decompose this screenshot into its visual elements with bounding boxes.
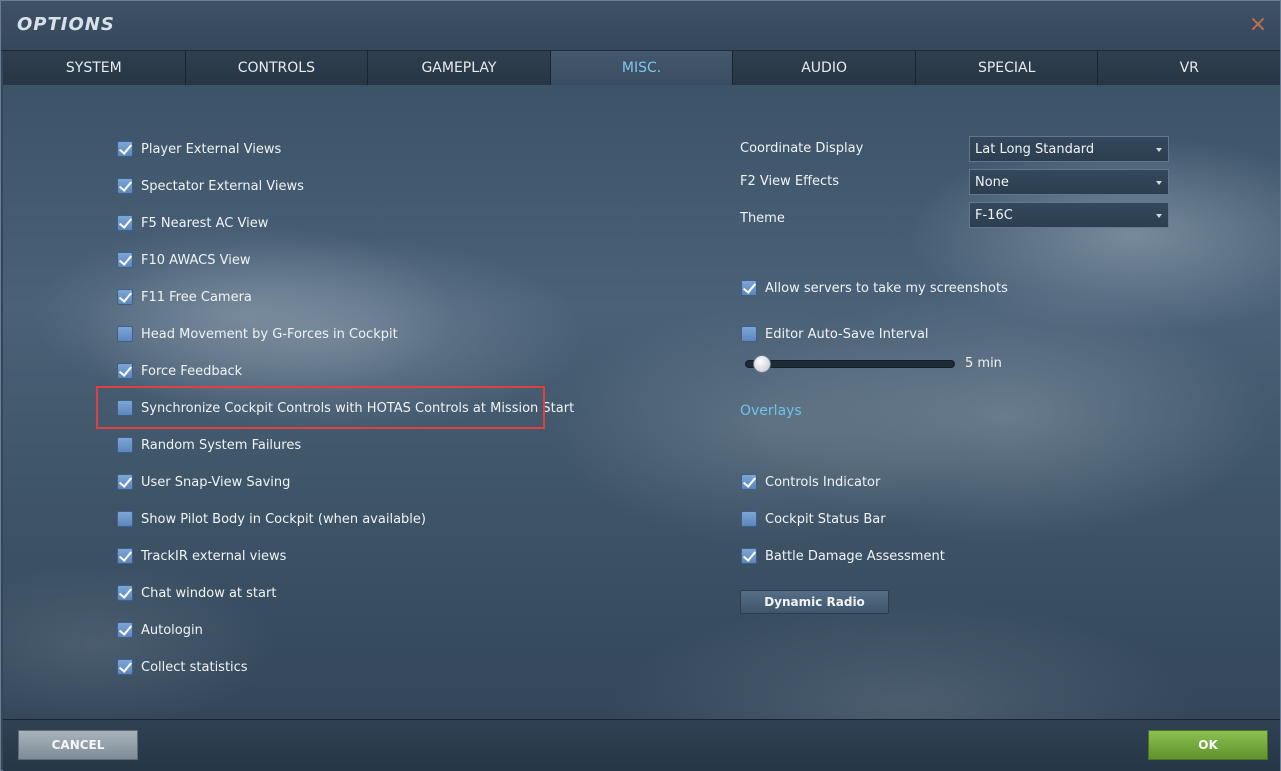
option-show-pilot-body[interactable]: Show Pilot Body in Cockpit (when availab… <box>117 508 426 530</box>
overlays-title: Overlays <box>740 403 802 419</box>
f2-view-effects-label: F2 View Effects <box>740 174 840 189</box>
option-collect-statistics[interactable]: Collect statistics <box>117 656 248 678</box>
option-autologin[interactable]: Autologin <box>117 619 203 641</box>
option-label: Battle Damage Assessment <box>765 548 945 564</box>
checkbox[interactable] <box>741 548 757 564</box>
option-spectator-external-views[interactable]: Spectator External Views <box>117 175 304 197</box>
option-label: F11 Free Camera <box>141 289 252 305</box>
autosave-slider-thumb[interactable] <box>753 355 771 373</box>
checkbox[interactable] <box>741 280 757 296</box>
checkbox[interactable] <box>117 437 133 453</box>
option-label: Spectator External Views <box>141 178 304 194</box>
option-player-external-views[interactable]: Player External Views <box>117 138 281 160</box>
options-content: Player External Views Spectator External… <box>3 85 1280 719</box>
checkbox[interactable] <box>117 511 133 527</box>
checkbox[interactable] <box>741 326 757 342</box>
select-value: None <box>975 175 1009 190</box>
option-f5-nearest-ac-view[interactable]: F5 Nearest AC View <box>117 212 268 234</box>
option-label: Allow servers to take my screenshots <box>765 280 1008 296</box>
option-label: Collect statistics <box>141 659 248 675</box>
option-force-feedback[interactable]: Force Feedback <box>117 360 242 382</box>
option-label: Head Movement by G-Forces in Cockpit <box>141 326 398 342</box>
option-allow-screenshots[interactable]: Allow servers to take my screenshots <box>741 277 1008 299</box>
title-bar: OPTIONS × <box>1 1 1280 51</box>
options-window: OPTIONS × SYSTEM CONTROLS GAMEPLAY MISC.… <box>0 0 1281 771</box>
tab-audio[interactable]: AUDIO <box>733 51 916 85</box>
ok-button[interactable]: OK <box>1148 730 1268 760</box>
option-label: Synchronize Cockpit Controls with HOTAS … <box>141 400 575 416</box>
select-value: Lat Long Standard <box>975 142 1095 157</box>
option-user-snap-view-saving[interactable]: User Snap-View Saving <box>117 471 290 493</box>
chevron-down-icon <box>1156 181 1162 185</box>
checkbox[interactable] <box>117 585 133 601</box>
option-label: Force Feedback <box>141 363 243 379</box>
option-label: TrackIR external views <box>141 548 287 564</box>
cancel-button[interactable]: CANCEL <box>18 730 138 760</box>
dynamic-radio-button[interactable]: Dynamic Radio <box>740 590 889 614</box>
option-label: Editor Auto-Save Interval <box>765 326 929 342</box>
checkbox[interactable] <box>117 622 133 638</box>
checkbox[interactable] <box>117 215 133 231</box>
tab-gameplay[interactable]: GAMEPLAY <box>368 51 551 85</box>
tab-vr[interactable]: VR <box>1098 51 1281 85</box>
option-synchronize-cockpit-controls[interactable]: Synchronize Cockpit Controls with HOTAS … <box>117 397 574 419</box>
checkbox[interactable] <box>117 141 133 157</box>
select-value: F-16C <box>975 208 1013 223</box>
checkbox[interactable] <box>117 659 133 675</box>
f2-view-effects-select[interactable]: None <box>969 169 1169 195</box>
checkbox[interactable] <box>117 178 133 194</box>
coordinate-display-select[interactable]: Lat Long Standard <box>969 136 1169 162</box>
option-label: Show Pilot Body in Cockpit (when availab… <box>141 511 426 527</box>
tab-system[interactable]: SYSTEM <box>3 51 186 85</box>
coordinate-display-label: Coordinate Display <box>740 141 864 156</box>
checkbox[interactable] <box>741 474 757 490</box>
chevron-down-icon <box>1156 214 1162 218</box>
option-label: Cockpit Status Bar <box>765 511 886 527</box>
footer-bar: CANCEL OK <box>3 719 1280 771</box>
checkbox[interactable] <box>117 474 133 490</box>
option-label: Random System Failures <box>141 437 302 453</box>
option-label: Chat window at start <box>141 585 277 601</box>
tab-bar: SYSTEM CONTROLS GAMEPLAY MISC. AUDIO SPE… <box>3 51 1281 85</box>
tab-controls[interactable]: CONTROLS <box>185 51 369 85</box>
window-title: OPTIONS <box>17 14 115 35</box>
option-f11-free-camera[interactable]: F11 Free Camera <box>117 286 252 308</box>
checkbox[interactable] <box>117 326 133 342</box>
option-cockpit-status-bar[interactable]: Cockpit Status Bar <box>741 508 886 530</box>
autosave-slider-track[interactable] <box>745 360 955 368</box>
checkbox[interactable] <box>117 289 133 305</box>
checkbox[interactable] <box>117 252 133 268</box>
theme-label: Theme <box>740 211 785 226</box>
theme-select[interactable]: F-16C <box>969 202 1169 228</box>
checkbox[interactable] <box>117 363 133 379</box>
option-editor-autosave[interactable]: Editor Auto-Save Interval <box>741 323 929 345</box>
checkbox[interactable] <box>117 548 133 564</box>
chevron-down-icon <box>1156 148 1162 152</box>
tab-misc[interactable]: MISC. <box>550 51 734 85</box>
checkbox[interactable] <box>741 511 757 527</box>
tab-special[interactable]: SPECIAL <box>915 51 1099 85</box>
option-label: Autologin <box>141 622 203 638</box>
option-chat-window-at-start[interactable]: Chat window at start <box>117 582 276 604</box>
option-controls-indicator[interactable]: Controls Indicator <box>741 471 880 493</box>
option-label: F5 Nearest AC View <box>141 215 269 231</box>
option-label: F10 AWACS View <box>141 252 251 268</box>
option-head-movement-g-forces[interactable]: Head Movement by G-Forces in Cockpit <box>117 323 398 345</box>
option-f10-awacs-view[interactable]: F10 AWACS View <box>117 249 250 271</box>
autosave-slider-value: 5 min <box>965 356 1002 371</box>
option-trackir-external-views[interactable]: TrackIR external views <box>117 545 286 567</box>
option-battle-damage-assessment[interactable]: Battle Damage Assessment <box>741 545 945 567</box>
close-icon[interactable]: × <box>1248 13 1268 37</box>
checkbox[interactable] <box>117 400 133 416</box>
option-label: User Snap-View Saving <box>141 474 291 490</box>
option-label: Player External Views <box>141 141 282 157</box>
option-random-system-failures[interactable]: Random System Failures <box>117 434 301 456</box>
option-label: Controls Indicator <box>765 474 881 490</box>
